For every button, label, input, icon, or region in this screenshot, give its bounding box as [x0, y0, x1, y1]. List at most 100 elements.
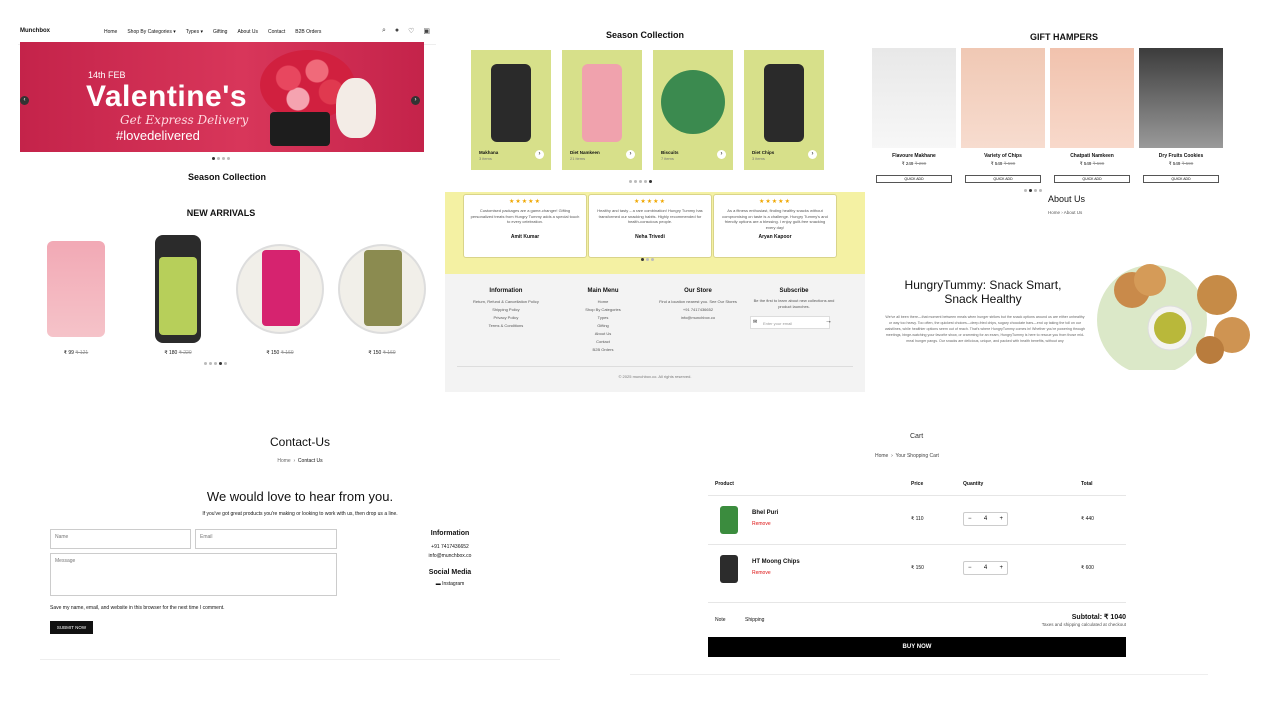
- arrow-right-icon[interactable]: ›: [626, 150, 635, 159]
- product-name[interactable]: Bhel Puri: [752, 510, 778, 516]
- category-card-diet-chips[interactable]: Diet Chips 3 items ›: [744, 50, 824, 170]
- minus-icon[interactable]: −: [968, 565, 972, 571]
- pagination-dot[interactable]: [214, 362, 217, 365]
- menu-item-home[interactable]: Home: [104, 29, 117, 35]
- remove-link[interactable]: Remove: [752, 570, 771, 576]
- product-card[interactable]: ₹ 180 ₹ 220: [134, 234, 222, 356]
- category-card-makhana[interactable]: Makhana 3 items ›: [471, 50, 551, 170]
- banner-pagination[interactable]: [212, 157, 230, 160]
- footer-text[interactable]: Find a location nearest you. See Our Sto…: [657, 298, 739, 306]
- hamper-card[interactable]: Variety of Chips ₹ 549 ₹ 599 QUICK ADD: [961, 48, 1045, 185]
- user-icon[interactable]: ●: [395, 27, 399, 35]
- valentines-banner[interactable]: 14th FEB Valentine's Get Express Deliver…: [20, 42, 424, 152]
- arrivals-pagination[interactable]: [204, 362, 227, 365]
- minus-icon[interactable]: −: [968, 516, 972, 522]
- pagination-dot[interactable]: [212, 157, 215, 160]
- contact-email[interactable]: info@munchbox.co: [420, 553, 480, 559]
- footer-link[interactable]: Privacy Policy: [473, 314, 539, 322]
- arrow-right-icon[interactable]: ›: [717, 150, 726, 159]
- pagination-dot[interactable]: [209, 362, 212, 365]
- footer-link[interactable]: Home: [583, 298, 623, 306]
- footer-link[interactable]: Types: [583, 314, 623, 322]
- arrow-right-icon[interactable]: ›: [535, 150, 544, 159]
- product-card[interactable]: ₹ 150 ₹ 169: [236, 234, 324, 356]
- search-icon[interactable]: ⌕: [382, 27, 386, 35]
- pagination-dot[interactable]: [651, 258, 654, 261]
- pagination-dot[interactable]: [227, 157, 230, 160]
- buy-now-button[interactable]: BUY NOW: [708, 637, 1126, 657]
- arrow-right-icon[interactable]: →: [825, 318, 832, 325]
- footer-link[interactable]: About Us: [583, 330, 623, 338]
- hamper-card[interactable]: Dry Fruits Cookies ₹ 549 ₹ 599 QUICK ADD: [1139, 48, 1223, 185]
- quick-add-button[interactable]: QUICK ADD: [965, 175, 1041, 183]
- footer-email[interactable]: info@munchbox.co: [657, 314, 739, 322]
- note-link[interactable]: Note: [715, 617, 726, 623]
- banner-prev-arrow[interactable]: ‹: [20, 96, 29, 105]
- hamper-pagination[interactable]: [1024, 189, 1042, 192]
- footer-link[interactable]: Shipping Policy: [473, 306, 539, 314]
- pagination-dot[interactable]: [646, 258, 649, 261]
- shipping-link[interactable]: Shipping: [745, 617, 764, 623]
- hamper-card[interactable]: Flavoure Makhane ₹ 249 ₹ 299 QUICK ADD: [872, 48, 956, 185]
- bhel-puri-image[interactable]: [720, 506, 738, 534]
- pagination-dot[interactable]: [224, 362, 227, 365]
- pagination-dot[interactable]: [641, 258, 644, 261]
- quantity-value[interactable]: 4: [984, 516, 987, 522]
- product-name[interactable]: HT Moong Chips: [752, 559, 800, 565]
- footer-link[interactable]: Shop By Categories: [583, 306, 623, 314]
- hamper-card[interactable]: Chatpati Namkeen ₹ 549 ₹ 599 QUICK ADD: [1050, 48, 1134, 185]
- product-card[interactable]: ₹ 99 ₹ 121: [32, 234, 120, 356]
- pagination-dot[interactable]: [1024, 189, 1027, 192]
- menu-item-shop-by-categories[interactable]: Shop By Categories ▾: [127, 29, 175, 35]
- pagination-dot[interactable]: [1029, 189, 1032, 192]
- breadcrumb-home[interactable]: Home: [277, 458, 290, 464]
- product-card[interactable]: ₹ 150 ₹ 169: [338, 234, 426, 356]
- quantity-value[interactable]: 4: [984, 565, 987, 571]
- submit-button[interactable]: SUBMIT NOW: [50, 621, 93, 634]
- plus-icon[interactable]: +: [999, 565, 1003, 571]
- instagram-link[interactable]: ▬ Instagram: [420, 581, 480, 587]
- footer-link[interactable]: Contact: [583, 338, 623, 346]
- heart-icon[interactable]: ♡: [408, 27, 414, 35]
- message-field[interactable]: Message: [50, 553, 337, 596]
- contact-phone[interactable]: +91 7417436652: [420, 544, 480, 550]
- quick-add-button[interactable]: QUICK ADD: [1054, 175, 1130, 183]
- pagination-dot[interactable]: [634, 180, 637, 183]
- quick-add-button[interactable]: QUICK ADD: [876, 175, 952, 183]
- save-info-checkbox[interactable]: Save my name, email, and website in this…: [50, 605, 225, 611]
- bag-icon[interactable]: ▣: [423, 27, 430, 35]
- category-card-biscuits[interactable]: Biscuits 7 items ›: [653, 50, 733, 170]
- footer-link[interactable]: B2B Orders: [583, 346, 623, 354]
- banner-next-arrow[interactable]: ›: [411, 96, 420, 105]
- category-card-diet-namkeen[interactable]: Diet Namkeen 21 items ›: [562, 50, 642, 170]
- breadcrumb-home[interactable]: Home: [1048, 210, 1060, 215]
- subscribe-email-input[interactable]: Enter your email: [750, 316, 830, 329]
- ht-moong-chips-image[interactable]: [720, 555, 738, 583]
- pagination-dot[interactable]: [1039, 189, 1042, 192]
- quick-add-button[interactable]: QUICK ADD: [1143, 175, 1219, 183]
- menu-item-about-us[interactable]: About Us: [237, 29, 258, 35]
- pagination-dot[interactable]: [217, 157, 220, 160]
- pagination-dot[interactable]: [204, 362, 207, 365]
- testimonial-pagination[interactable]: [641, 258, 654, 261]
- footer-link[interactable]: Terms & Conditions: [473, 322, 539, 330]
- arrow-right-icon[interactable]: ›: [808, 150, 817, 159]
- footer-link[interactable]: Return, Refund & Cancellation Policy: [473, 298, 539, 306]
- quantity-stepper[interactable]: − 4 +: [963, 512, 1008, 526]
- remove-link[interactable]: Remove: [752, 521, 771, 527]
- pagination-dot[interactable]: [222, 157, 225, 160]
- plus-icon[interactable]: +: [999, 516, 1003, 522]
- quantity-stepper[interactable]: − 4 +: [963, 561, 1008, 575]
- site-logo[interactable]: Munchbox: [20, 28, 50, 34]
- pagination-dot[interactable]: [649, 180, 652, 183]
- pagination-dot[interactable]: [644, 180, 647, 183]
- menu-item-contact[interactable]: Contact: [268, 29, 285, 35]
- menu-item-b2b-orders[interactable]: B2B Orders: [295, 29, 321, 35]
- menu-item-types[interactable]: Types ▾: [186, 29, 203, 35]
- pagination-dot[interactable]: [639, 180, 642, 183]
- breadcrumb-home[interactable]: Home: [875, 453, 888, 459]
- footer-link[interactable]: Gifting: [583, 322, 623, 330]
- pagination-dot[interactable]: [1034, 189, 1037, 192]
- footer-phone[interactable]: +91 7417436652: [657, 306, 739, 314]
- menu-item-gifting[interactable]: Gifting: [213, 29, 227, 35]
